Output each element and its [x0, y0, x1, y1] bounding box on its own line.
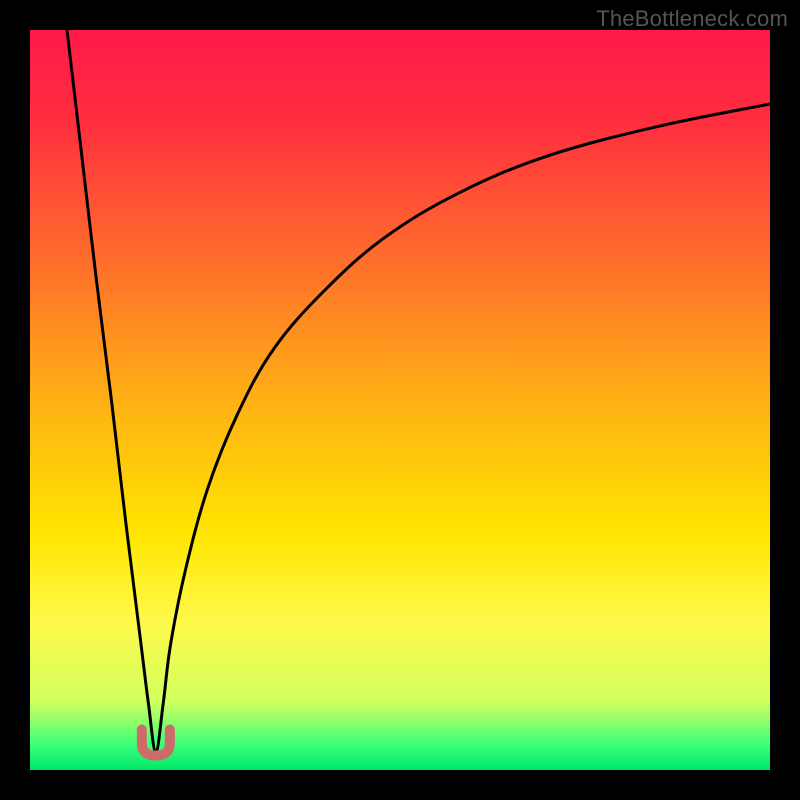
chart-svg	[30, 30, 770, 770]
gradient-background	[30, 30, 770, 770]
plot-area	[30, 30, 770, 770]
chart-frame: TheBottleneck.com	[0, 0, 800, 800]
watermark-text: TheBottleneck.com	[596, 6, 788, 32]
